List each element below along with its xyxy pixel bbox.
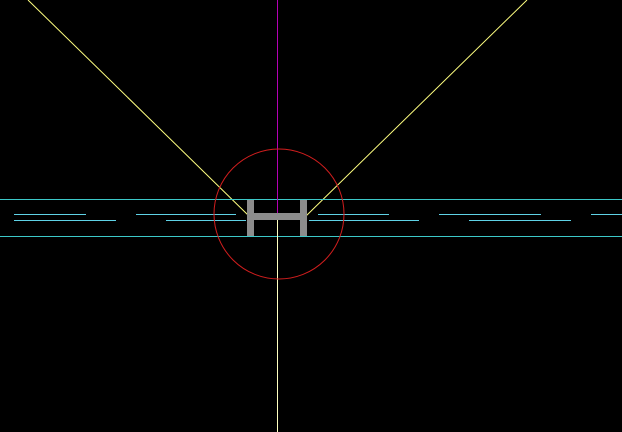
vehicle-crossbar: [254, 213, 300, 220]
frustum-line-left: [27, 0, 250, 217]
vehicle-right-rail: [300, 200, 307, 236]
3d-viewport[interactable]: [0, 0, 622, 432]
vehicle-left-rail: [247, 200, 254, 236]
frustum-line-right: [305, 0, 528, 217]
scene-canvas[interactable]: [0, 0, 622, 432]
